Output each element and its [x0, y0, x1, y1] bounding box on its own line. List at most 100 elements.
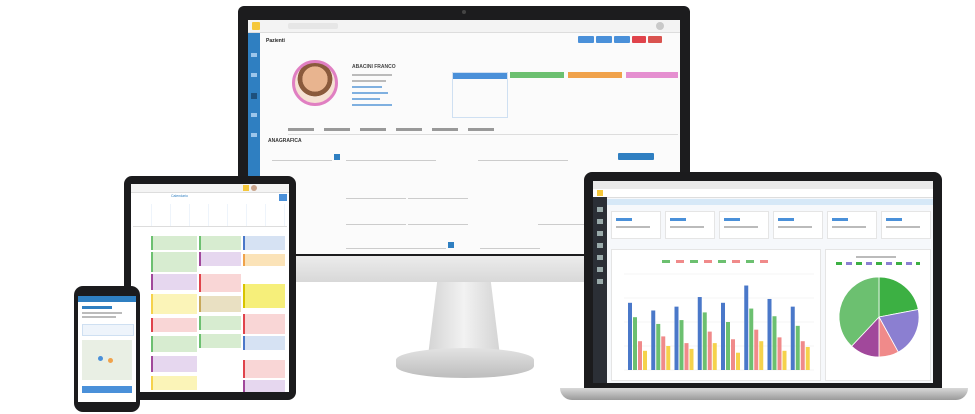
pie-chart-card [825, 249, 931, 381]
toolbar-button[interactable] [596, 36, 612, 43]
form-field[interactable] [346, 154, 436, 161]
appointment[interactable] [199, 252, 241, 266]
search-field[interactable] [288, 23, 338, 29]
bar [726, 322, 730, 370]
kpi-value-line [670, 218, 686, 221]
dropdown-button[interactable] [448, 242, 454, 248]
form-field[interactable] [408, 218, 468, 225]
toolbar-button[interactable] [614, 36, 630, 43]
nav-item[interactable] [597, 231, 603, 236]
nav-item[interactable] [251, 93, 257, 99]
appointment[interactable] [151, 336, 197, 352]
tab[interactable] [324, 128, 350, 131]
tab[interactable] [396, 128, 422, 131]
add-button[interactable] [279, 194, 287, 201]
appointment[interactable] [151, 274, 197, 290]
appointment[interactable] [243, 314, 285, 334]
appointment[interactable] [243, 380, 285, 392]
kpi-card[interactable] [665, 211, 715, 239]
toolbar-button[interactable] [648, 36, 662, 43]
appointment[interactable] [243, 254, 285, 266]
bar [656, 323, 661, 370]
primary-button[interactable] [618, 153, 654, 160]
nav-item[interactable] [597, 255, 603, 260]
phone-card[interactable] [82, 324, 134, 336]
appointment[interactable] [151, 236, 197, 250]
tab[interactable] [360, 128, 386, 131]
kpi-label-line [616, 226, 650, 228]
toolbar-button[interactable] [578, 36, 594, 43]
appointment[interactable] [243, 336, 285, 350]
appointment[interactable] [243, 236, 285, 250]
info-panel [626, 72, 678, 116]
form-field[interactable] [346, 242, 446, 249]
bar [759, 341, 764, 370]
bar [721, 302, 725, 370]
form-field[interactable] [478, 154, 568, 161]
tab[interactable] [288, 128, 314, 131]
bar [790, 306, 795, 370]
bar [805, 346, 810, 370]
monitor-camera [462, 10, 466, 14]
nav-item[interactable] [597, 219, 603, 224]
monitor-stand [428, 282, 500, 350]
kpi-card[interactable] [611, 211, 661, 239]
calendar-header [133, 204, 287, 227]
kpi-label-line [832, 226, 866, 228]
tab[interactable] [468, 128, 494, 131]
dropdown-button[interactable] [334, 154, 340, 160]
form-field[interactable] [272, 154, 332, 161]
bar [661, 336, 666, 370]
nav-item[interactable] [251, 133, 257, 137]
appointment[interactable] [151, 318, 197, 332]
bar [707, 331, 712, 370]
kpi-card[interactable] [773, 211, 823, 239]
form-field[interactable] [346, 218, 406, 225]
bar [782, 350, 787, 370]
appointment[interactable] [151, 376, 197, 390]
appointment[interactable] [243, 284, 285, 308]
nav-item[interactable] [597, 243, 603, 248]
nav-item[interactable] [597, 207, 603, 212]
side-nav [593, 197, 607, 383]
phone-map[interactable] [82, 340, 132, 380]
nav-item[interactable] [597, 267, 603, 272]
form-field[interactable] [346, 192, 406, 199]
kpi-card[interactable] [881, 211, 931, 239]
tab-calendar[interactable]: Calendario [171, 194, 188, 198]
appointment[interactable] [151, 252, 197, 272]
kpi-value-line [886, 218, 902, 221]
appointment[interactable] [199, 334, 241, 348]
phone-button[interactable] [82, 386, 132, 393]
app-top-bar [593, 189, 933, 198]
user-avatar[interactable] [251, 185, 257, 191]
bar [795, 325, 800, 370]
nav-item[interactable] [597, 279, 603, 284]
form-field[interactable] [480, 242, 540, 249]
appointment[interactable] [199, 274, 241, 292]
appointment[interactable] [199, 296, 241, 312]
phone-text-line [82, 316, 116, 318]
tabs-row [288, 126, 678, 135]
appointment[interactable] [199, 316, 241, 330]
bar-chart [624, 273, 814, 371]
pie-legend [836, 262, 920, 265]
bar [767, 298, 772, 370]
form-field[interactable] [408, 192, 468, 199]
appointment[interactable] [243, 360, 285, 378]
bar [684, 343, 689, 370]
tab[interactable] [432, 128, 458, 131]
toolbar-button[interactable] [632, 36, 646, 43]
nav-item[interactable] [251, 113, 257, 117]
kpi-card[interactable] [827, 211, 877, 239]
nav-item[interactable] [251, 53, 257, 57]
kpi-label-line [886, 226, 920, 228]
appointment[interactable] [199, 236, 241, 250]
appointment[interactable] [151, 356, 197, 372]
user-avatar[interactable] [656, 22, 664, 30]
kpi-card[interactable] [719, 211, 769, 239]
bar-chart-card [611, 249, 821, 381]
appointment[interactable] [151, 294, 197, 314]
pie-chart [838, 276, 920, 358]
nav-item[interactable] [251, 73, 257, 77]
